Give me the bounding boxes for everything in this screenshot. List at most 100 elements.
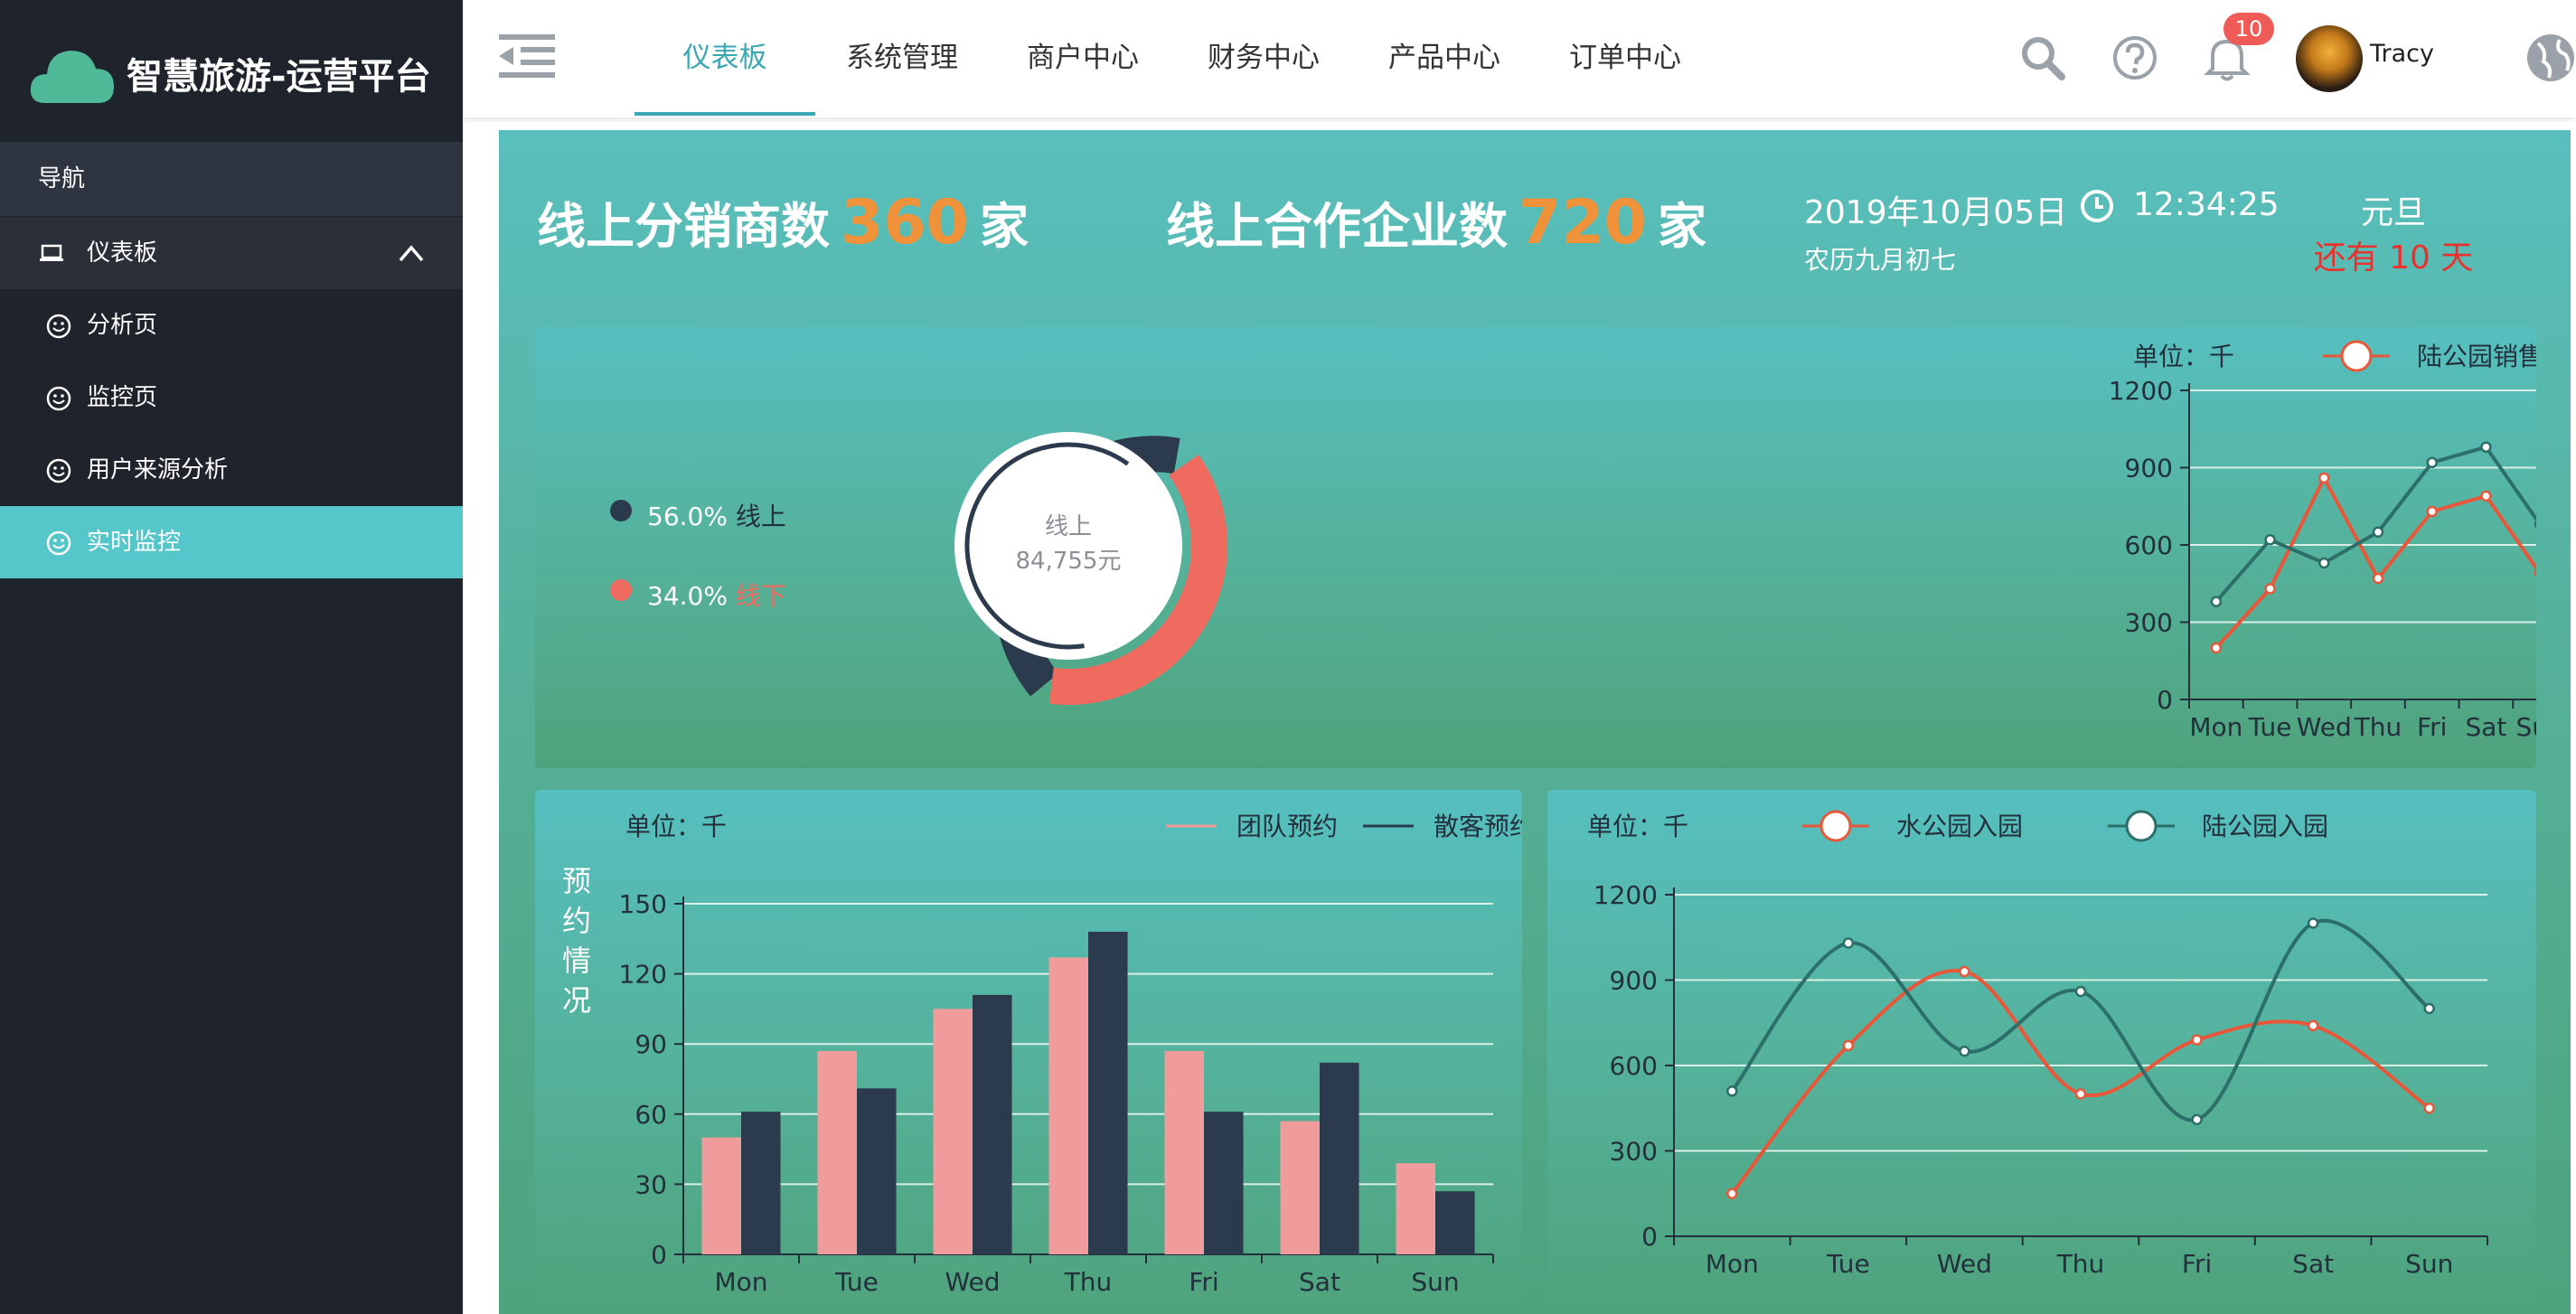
data-point bbox=[2264, 583, 2276, 595]
y-tick-label: 600 bbox=[2125, 530, 2173, 560]
legend-online-label: 线上 bbox=[735, 502, 786, 531]
data-point bbox=[2372, 572, 2384, 585]
sidebar-item-monitor[interactable]: 监控页 bbox=[0, 361, 463, 434]
data-point bbox=[1842, 937, 1855, 949]
tab-system[interactable]: 系统管理 bbox=[846, 0, 958, 116]
x-tick-label: Thu bbox=[1064, 1267, 1113, 1297]
x-tick-label: Mon bbox=[1706, 1249, 1759, 1279]
y-tick-label: 0 bbox=[1641, 1222, 1658, 1252]
data-point bbox=[1726, 1085, 1738, 1097]
legend-label: 团队预约 bbox=[1236, 812, 1338, 841]
tab-order[interactable]: 订单中心 bbox=[1569, 0, 1681, 116]
data-point bbox=[2318, 557, 2330, 569]
x-tick-label: Tue bbox=[2248, 712, 2292, 742]
distributors-stat: 线上分销商数 360 家 bbox=[537, 186, 1029, 258]
distributors-unit: 家 bbox=[979, 198, 1029, 255]
partners-unit: 家 bbox=[1657, 198, 1706, 255]
bar-individual bbox=[1435, 1191, 1475, 1254]
x-tick-label: Wed bbox=[1937, 1249, 1992, 1279]
bar-team bbox=[817, 1050, 857, 1254]
data-point bbox=[2210, 642, 2223, 654]
y-tick-label: 900 bbox=[2125, 454, 2173, 483]
y-tick-label: 60 bbox=[635, 1100, 667, 1130]
bar-individual bbox=[1088, 932, 1128, 1254]
menu-toggle-icon[interactable] bbox=[499, 33, 555, 80]
data-point bbox=[1726, 1187, 1738, 1199]
tab-product[interactable]: 产品中心 bbox=[1388, 0, 1500, 116]
legend-dot-online bbox=[610, 500, 632, 521]
y-tick-label: 0 bbox=[2157, 685, 2173, 715]
username[interactable]: Tracy bbox=[2370, 40, 2434, 68]
chevron-up-icon[interactable] bbox=[398, 242, 425, 264]
notification-badge: 10 bbox=[2223, 13, 2274, 45]
legend-online: 56.0% 线上 bbox=[647, 497, 786, 533]
tab-finance[interactable]: 财务中心 bbox=[1208, 0, 1320, 116]
entry-line-chart: 单位：千 0 300 600 900 1200 Mon Tue Wed Thu Fri Sat Sun 水… bbox=[1587, 810, 2488, 1279]
help-icon[interactable] bbox=[2111, 34, 2158, 81]
sidebar: 智慧旅游-运营平台 导航 仪表板 分析页 监控页 用户来源分析 实时监控 bbox=[0, 0, 463, 1314]
x-tick-label: Tue bbox=[834, 1267, 879, 1297]
x-tick-label: Sat bbox=[2292, 1249, 2334, 1279]
smile-icon bbox=[46, 314, 71, 339]
y-tick-label: 120 bbox=[619, 960, 667, 990]
y-axis-title-char: 约 bbox=[562, 904, 591, 938]
tab-dashboard[interactable]: 仪表板 bbox=[635, 0, 815, 116]
legend-dot-offline bbox=[610, 579, 632, 601]
x-tick-label: Sun bbox=[1411, 1267, 1459, 1297]
sidebar-item-label: 仪表板 bbox=[87, 239, 158, 267]
legend-marker bbox=[2125, 810, 2158, 842]
sidebar-item-dashboard[interactable]: 仪表板 bbox=[0, 217, 463, 289]
data-point bbox=[2534, 568, 2536, 578]
legend-label: 陆公园入园 bbox=[2202, 812, 2328, 841]
search-icon[interactable] bbox=[2019, 34, 2066, 81]
data-point bbox=[2307, 1019, 2319, 1032]
x-tick-label: Fri bbox=[2417, 712, 2447, 742]
x-tick-label: Wed bbox=[2297, 712, 2352, 742]
sidebar-item-analysis[interactable]: 分析页 bbox=[0, 289, 463, 361]
legend-label: 陆公园销售额 bbox=[2417, 342, 2536, 371]
data-point bbox=[2480, 490, 2492, 502]
y-tick-label: 600 bbox=[1610, 1051, 1658, 1081]
data-point bbox=[2074, 985, 2087, 998]
y-tick-label: 1200 bbox=[2109, 376, 2173, 406]
bar-team bbox=[933, 1009, 973, 1254]
y-axis-title-char: 预 bbox=[562, 864, 591, 898]
x-tick-label: Sat bbox=[2465, 712, 2506, 742]
tab-merchant[interactable]: 商户中心 bbox=[1027, 0, 1139, 116]
x-tick-label: Mon bbox=[2189, 712, 2242, 742]
x-tick-label: Fri bbox=[2182, 1249, 2212, 1279]
bar-team bbox=[1048, 957, 1088, 1254]
distributors-value: 360 bbox=[841, 187, 969, 258]
bar-individual bbox=[1320, 1062, 1359, 1254]
bar-individual bbox=[741, 1112, 781, 1254]
booking-panel: 单位：千 0 30 60 90 120 150 Mon Tue Wed Thu Fri Sat Sun 团队… bbox=[535, 790, 1522, 1314]
chart-unit: 单位：千 bbox=[1587, 812, 1688, 841]
data-point bbox=[2264, 534, 2276, 546]
sales-line-chart: 单位：千 0 300 600 900 1200 MonTueWedThu Fri Sat Sun 陆… bbox=[2109, 340, 2536, 742]
smile-icon bbox=[46, 386, 71, 411]
y-axis-title-char: 况 bbox=[562, 983, 591, 1018]
clock-icon bbox=[2081, 190, 2113, 222]
avatar[interactable] bbox=[2296, 25, 2363, 92]
sidebar-item-realtime[interactable]: 实时监控 bbox=[0, 506, 463, 578]
data-point bbox=[2191, 1113, 2203, 1126]
legend-offline: 34.0% 线下 bbox=[647, 577, 786, 613]
data-point bbox=[2423, 1002, 2435, 1015]
data-point bbox=[1842, 1039, 1855, 1052]
donut-center-label: 线上 bbox=[1044, 513, 1092, 540]
donut-center-value: 84,755元 bbox=[1015, 548, 1122, 575]
y-tick-label: 150 bbox=[619, 889, 667, 919]
data-point bbox=[2191, 1034, 2203, 1046]
y-tick-label: 30 bbox=[635, 1169, 667, 1199]
laptop-icon bbox=[40, 244, 63, 261]
app-logo: 智慧旅游-运营平台 bbox=[0, 0, 463, 142]
sidebar-item-user-source[interactable]: 用户来源分析 bbox=[0, 434, 463, 506]
globe-icon[interactable] bbox=[2525, 31, 2576, 85]
date-display: 2019年10月05日 bbox=[1804, 194, 2068, 231]
data-point bbox=[2480, 441, 2492, 453]
bar-team bbox=[1164, 1050, 1204, 1254]
bar-team bbox=[1280, 1121, 1320, 1254]
entry-panel: 单位：千 0 300 600 900 1200 Mon Tue Wed Thu Fri Sat Sun 水… bbox=[1547, 790, 2536, 1314]
y-tick-label: 900 bbox=[1610, 966, 1658, 996]
smile-icon bbox=[46, 530, 71, 556]
